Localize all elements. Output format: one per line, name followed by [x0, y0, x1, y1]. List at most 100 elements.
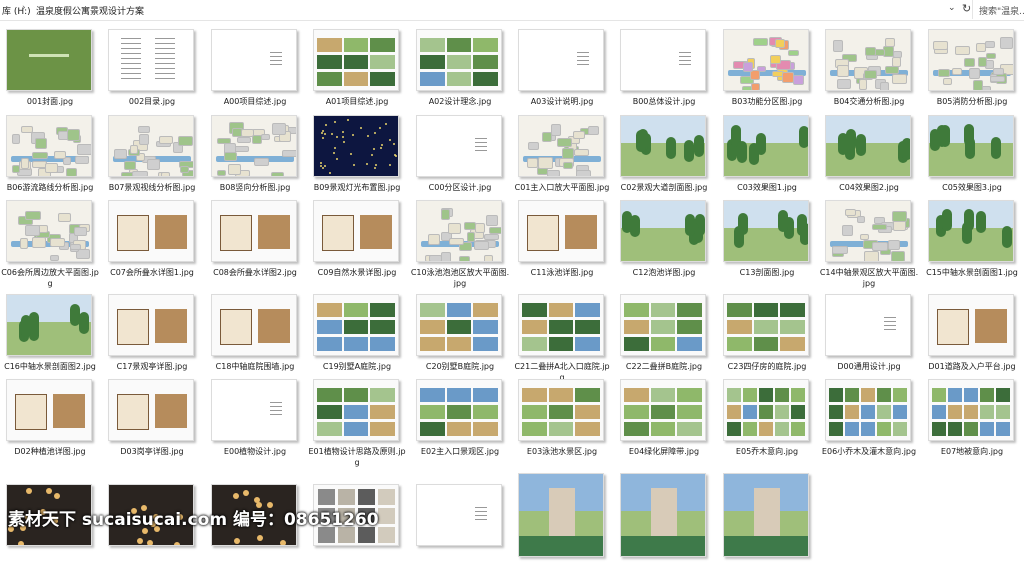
file-name[interactable]: E01植物设计思路及原则.jpg	[307, 446, 407, 468]
file-thumbnail[interactable]	[928, 29, 1014, 91]
file-item[interactable]: E00植物设计.jpg	[205, 376, 308, 471]
file-name[interactable]: B07景观视线分析图.jpg	[102, 182, 202, 193]
file-thumbnail[interactable]	[6, 29, 92, 91]
file-name[interactable]: C10泳池泡池区放大平面图.jpg	[410, 267, 510, 289]
file-item[interactable]: A00项目综述.jpg	[205, 26, 308, 121]
file-item[interactable]: A01项目综述.jpg	[307, 26, 410, 121]
file-item[interactable]: A03设计说明.jpg	[512, 26, 615, 121]
file-item[interactable]: C02景观大道剖面图.jpg	[614, 112, 717, 207]
file-thumbnail[interactable]	[518, 29, 604, 91]
file-name[interactable]: D01道路及入户平台.jpg	[922, 361, 1022, 372]
file-name[interactable]: B09景观灯光布置图.jpg	[307, 182, 407, 193]
file-item[interactable]: B00总体设计.jpg	[614, 26, 717, 121]
file-name[interactable]: C23四仔房的庭院.jpg	[717, 361, 817, 372]
file-thumbnail[interactable]	[416, 200, 502, 262]
file-name[interactable]: E05乔木意向.jpg	[717, 446, 817, 457]
file-name[interactable]: B05消防分析图.jpg	[922, 96, 1022, 107]
file-name[interactable]: C04效果图2.jpg	[819, 182, 919, 193]
file-item[interactable]: C21二叠拼A北入口庭院.jpg	[512, 291, 615, 386]
file-item[interactable]: B05消防分析图.jpg	[922, 26, 1024, 121]
file-thumbnail[interactable]	[620, 473, 706, 557]
breadcrumb-folder[interactable]: 温泉度假公寓景观设计方案	[36, 4, 144, 17]
file-item[interactable]: C01主入口放大平面图.jpg	[512, 112, 615, 207]
file-item[interactable]: E01植物设计思路及原则.jpg	[307, 376, 410, 471]
file-name[interactable]: E02主入口景观区.jpg	[410, 446, 510, 457]
file-item[interactable]: B09景观灯光布置图.jpg	[307, 112, 410, 207]
file-name[interactable]: B00总体设计.jpg	[614, 96, 714, 107]
file-thumbnail[interactable]	[313, 294, 399, 356]
search-input[interactable]: 搜索"温泉...	[972, 0, 1024, 19]
file-thumbnail[interactable]	[723, 294, 809, 356]
file-thumbnail[interactable]	[6, 115, 92, 177]
address-bar[interactable]: 库 (H:) › 温泉度假公寓景观设计方案 ⌄ ↻ 搜索"温泉...	[0, 0, 1024, 21]
file-name[interactable]: C22二叠拼B庭院.jpg	[614, 361, 714, 372]
file-item[interactable]: E05乔木意向.jpg	[717, 376, 820, 471]
file-thumbnail[interactable]	[211, 29, 297, 91]
file-item[interactable]: C04效果图2.jpg	[819, 112, 922, 207]
file-name[interactable]: C18中轴庭院围墙.jpg	[205, 361, 305, 372]
file-thumbnail[interactable]	[416, 484, 502, 546]
file-thumbnail[interactable]	[211, 200, 297, 262]
file-item[interactable]: C14中轴景观区放大平面图.jpg	[819, 197, 922, 292]
file-thumbnail[interactable]	[518, 200, 604, 262]
file-item[interactable]: E03泳池水景区.jpg	[512, 376, 615, 471]
file-thumbnail[interactable]	[6, 200, 92, 262]
file-name[interactable]: B06游流路线分析图.jpg	[0, 182, 100, 193]
file-item[interactable]: C23四仔房的庭院.jpg	[717, 291, 820, 386]
file-item[interactable]: D02种植池详图.jpg	[0, 376, 103, 471]
file-name[interactable]: 001封面.jpg	[0, 96, 100, 107]
file-thumbnail[interactable]	[313, 379, 399, 441]
file-item[interactable]: B07景观视线分析图.jpg	[102, 112, 205, 207]
file-thumbnail[interactable]	[313, 29, 399, 91]
file-thumbnail[interactable]	[723, 29, 809, 91]
file-thumbnail[interactable]	[825, 294, 911, 356]
chevron-down-icon[interactable]: ⌄	[948, 3, 956, 13]
file-item[interactable]: C10泳池泡池区放大平面图.jpg	[410, 197, 513, 292]
file-name[interactable]: A02设计理念.jpg	[410, 96, 510, 107]
file-name[interactable]: C00分区设计.jpg	[410, 182, 510, 193]
file-thumbnail[interactable]	[825, 115, 911, 177]
file-item[interactable]: B03功能分区图.jpg	[717, 26, 820, 121]
file-thumbnail[interactable]	[313, 115, 399, 177]
file-item[interactable]: C13剖面图.jpg	[717, 197, 820, 292]
file-thumbnail[interactable]	[108, 379, 194, 441]
file-thumbnail[interactable]	[620, 294, 706, 356]
file-name[interactable]: D02种植池详图.jpg	[0, 446, 100, 457]
file-item[interactable]: D03岗亭详图.jpg	[102, 376, 205, 471]
file-thumbnail[interactable]	[620, 379, 706, 441]
breadcrumb-drive[interactable]: 库 (H:)	[2, 4, 31, 17]
file-name[interactable]: C02景观大道剖面图.jpg	[614, 182, 714, 193]
file-thumbnail[interactable]	[825, 379, 911, 441]
file-name[interactable]: C01主入口放大平面图.jpg	[512, 182, 612, 193]
file-item[interactable]: A02设计理念.jpg	[410, 26, 513, 121]
file-name[interactable]: B08竖向分析图.jpg	[205, 182, 305, 193]
file-item[interactable]	[410, 481, 513, 576]
file-thumbnail[interactable]	[928, 200, 1014, 262]
file-thumbnail[interactable]	[211, 294, 297, 356]
file-thumbnail[interactable]	[928, 115, 1014, 177]
file-name[interactable]: C16中轴水景剖面图2.jpg	[0, 361, 100, 372]
file-thumbnail[interactable]	[416, 294, 502, 356]
file-thumbnail[interactable]	[620, 115, 706, 177]
file-name[interactable]: E00植物设计.jpg	[205, 446, 305, 457]
file-name[interactable]: D00通用设计.jpg	[819, 361, 919, 372]
file-name[interactable]: A03设计说明.jpg	[512, 96, 612, 107]
file-item[interactable]: 001封面.jpg	[0, 26, 103, 121]
file-item[interactable]: C22二叠拼B庭院.jpg	[614, 291, 717, 386]
file-thumbnail[interactable]	[825, 29, 911, 91]
file-name[interactable]: C19别墅A庭院.jpg	[307, 361, 407, 372]
file-thumbnail[interactable]	[723, 200, 809, 262]
file-item[interactable]: B06游流路线分析图.jpg	[0, 112, 103, 207]
file-thumbnail[interactable]	[211, 379, 297, 441]
file-name[interactable]: E06小乔木及灌木意向.jpg	[819, 446, 919, 457]
file-thumbnail[interactable]	[518, 473, 604, 557]
file-name[interactable]: C14中轴景观区放大平面图.jpg	[819, 267, 919, 289]
file-item[interactable]: C00分区设计.jpg	[410, 112, 513, 207]
file-item[interactable]: C03效果图1.jpg	[717, 112, 820, 207]
file-thumbnail[interactable]	[928, 294, 1014, 356]
file-thumbnail[interactable]	[313, 200, 399, 262]
file-name[interactable]: C08会所叠水详图2.jpg	[205, 267, 305, 278]
file-thumbnail[interactable]	[416, 115, 502, 177]
file-thumbnail[interactable]	[620, 200, 706, 262]
file-thumbnail[interactable]	[108, 115, 194, 177]
